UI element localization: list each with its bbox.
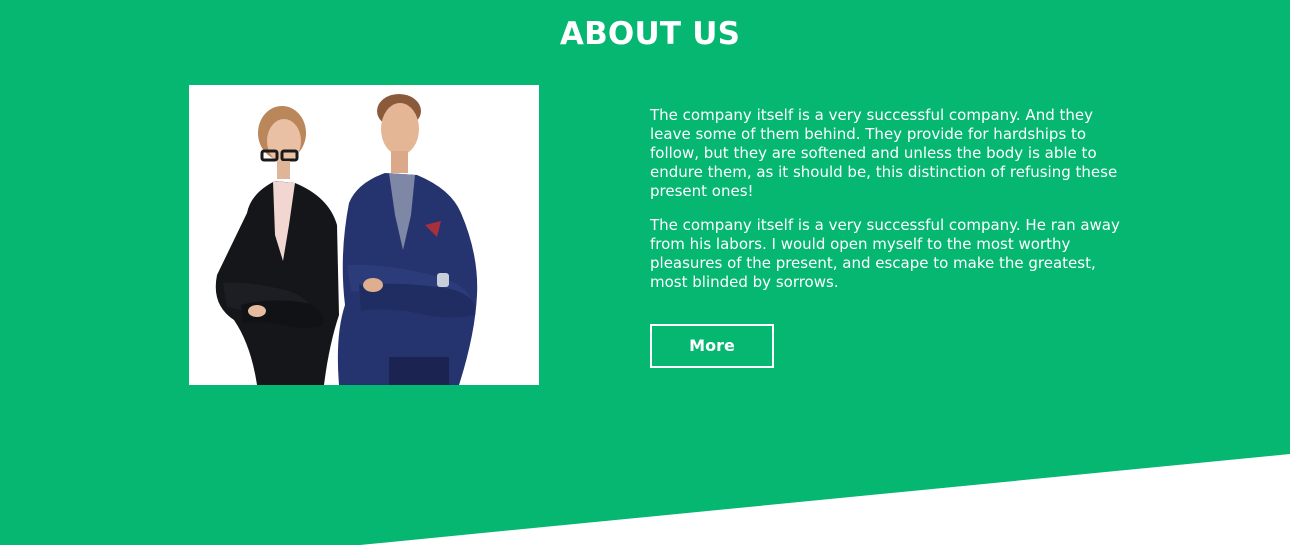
business-team-photo <box>189 85 539 385</box>
section-title: ABOUT US <box>559 16 741 52</box>
about-section: ABOUT US The company itself is a very su… <box>0 0 1290 545</box>
about-paragraph-1: The company itself is a very successful … <box>650 106 1118 200</box>
about-text: The company itself is a very successful … <box>650 106 1120 307</box>
more-button[interactable]: More <box>650 324 774 368</box>
about-paragraph-2: The company itself is a very successful … <box>650 216 1120 291</box>
